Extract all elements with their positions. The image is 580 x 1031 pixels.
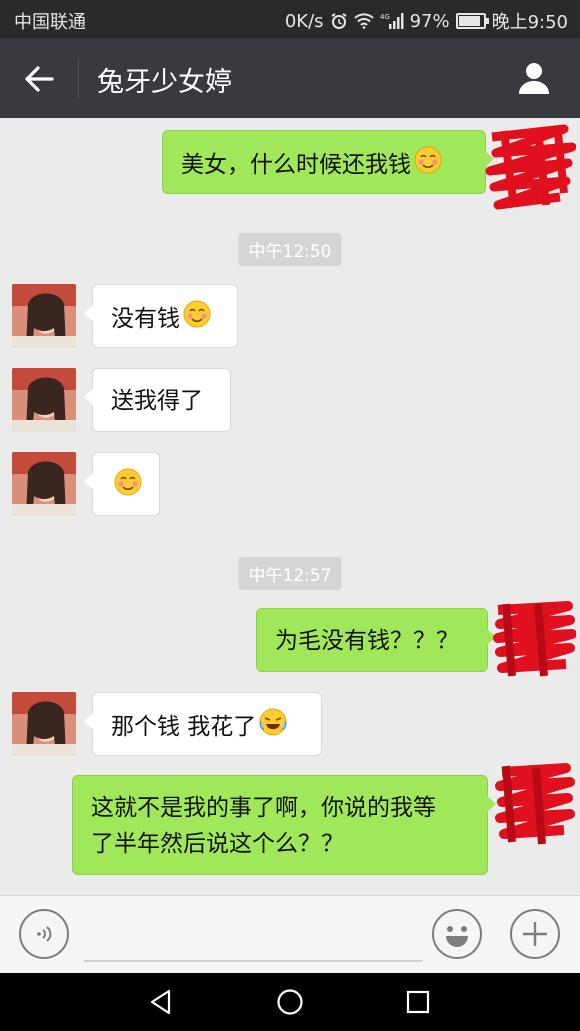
chat-message-list[interactable]: 美女，什么时候还我钱 中午12:50 没有钱 送我得了 中午12:57 为毛没有… <box>0 118 580 895</box>
message-bubble-incoming[interactable]: 送我得了 <box>84 368 231 432</box>
message-text: 为毛没有钱？？？ <box>275 628 459 654</box>
network-type-label: 4G <box>380 13 390 21</box>
message-bubble-incoming[interactable]: 没有钱 <box>84 284 238 348</box>
arrow-left-icon <box>25 66 54 92</box>
message-text: 没有钱 <box>111 306 180 332</box>
signal-4g-icon: 4G <box>380 12 404 30</box>
contact-avatar[interactable] <box>12 692 76 756</box>
more-actions-button[interactable] <box>510 909 560 959</box>
contact-profile-button[interactable] <box>512 56 556 100</box>
circle-home-icon <box>277 989 303 1015</box>
title-divider <box>78 58 79 98</box>
blush-smile-emoji <box>113 467 143 508</box>
voice-icon <box>37 926 52 942</box>
wifi-icon <box>353 13 374 29</box>
message-timestamp: 中午12:57 <box>238 557 342 590</box>
square-recents-icon <box>406 990 430 1014</box>
triangle-back-icon <box>150 989 171 1015</box>
message-text-line-2: 了半年然后说这个么？？ <box>91 831 344 857</box>
message-bubble-outgoing[interactable]: 美女，什么时候还我钱 <box>162 130 494 194</box>
contact-avatar[interactable] <box>12 368 76 432</box>
message-bubble-outgoing[interactable]: 为毛没有钱？？？ <box>256 608 496 672</box>
smiley-icon <box>446 926 468 947</box>
message-text: 送我得了 <box>111 388 203 414</box>
nav-recents-button[interactable] <box>398 982 438 1022</box>
message-text-line-1: 这就不是我的事了啊，你说的我等 <box>91 795 436 821</box>
voice-toggle-button[interactable] <box>19 909 69 959</box>
message-text-input[interactable] <box>84 914 422 962</box>
nav-back-button[interactable] <box>141 982 181 1022</box>
person-icon <box>519 63 549 94</box>
plus-icon <box>523 922 547 946</box>
message-text: 美女，什么时候还我钱 <box>181 152 411 178</box>
contact-avatar[interactable] <box>12 284 76 348</box>
blush-smile-emoji <box>413 145 443 186</box>
clock-time: 晚上9:50 <box>491 12 568 33</box>
battery-icon <box>455 13 489 29</box>
tears-of-joy-emoji <box>258 707 288 748</box>
chat-title: 兔牙少女婷 <box>97 67 232 98</box>
redacted-avatar-scribble <box>493 601 576 677</box>
status-bar: 中国联通 0K/s 4G 97% 晚上9:50 <box>0 0 580 38</box>
message-bubble-incoming[interactable]: 那个钱 我花了 <box>84 692 322 756</box>
message-bubble-incoming[interactable] <box>84 452 160 516</box>
nav-home-button[interactable] <box>270 982 310 1022</box>
battery-fill <box>458 16 480 26</box>
back-button[interactable] <box>16 56 62 102</box>
alarm-clock-icon <box>330 12 348 30</box>
network-speed: 0K/s <box>284 10 324 32</box>
blush-smile-emoji <box>182 299 212 340</box>
message-timestamp: 中午12:50 <box>238 233 342 266</box>
redacted-avatar-scribble <box>495 763 575 845</box>
carrier-label: 中国联通 <box>14 12 86 33</box>
redacted-avatar-scribble <box>485 124 576 210</box>
message-text: 那个钱 我花了 <box>111 714 257 740</box>
contact-avatar[interactable] <box>12 452 76 516</box>
emoji-button[interactable] <box>432 909 482 959</box>
message-bubble-outgoing[interactable]: 这就不是我的事了啊，你说的我等 了半年然后说这个么？？ <box>72 775 496 875</box>
battery-percent: 97% <box>409 10 450 32</box>
system-navigation-bar <box>0 973 580 1031</box>
message-input-bar <box>0 895 580 974</box>
chat-title-bar: 兔牙少女婷 <box>0 38 580 118</box>
